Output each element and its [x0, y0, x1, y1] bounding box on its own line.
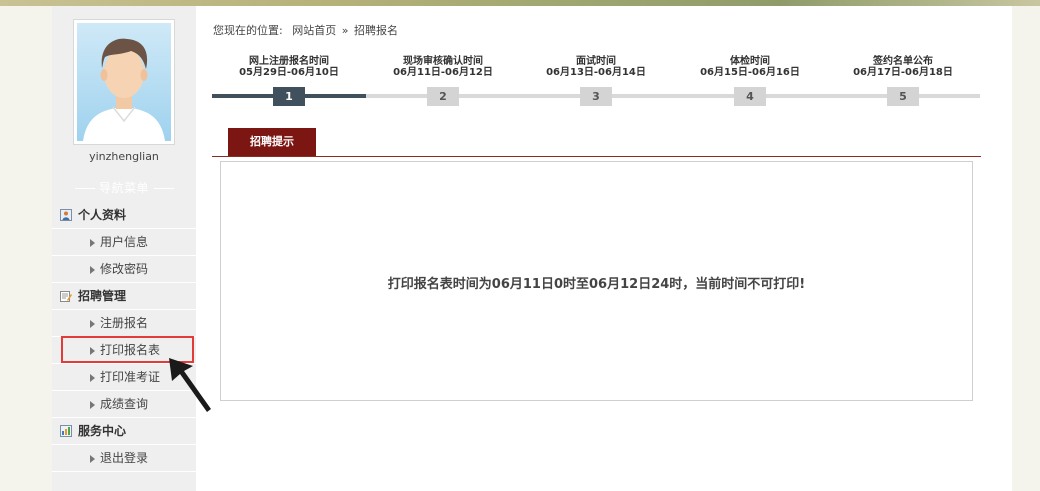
- menu-item-label: 打印准考证: [100, 370, 161, 384]
- breadcrumb: 您现在的位置: 网站首页 » 招聘报名: [213, 22, 398, 38]
- step-3: 面试时间 06月13日-06月14日 3: [519, 56, 673, 106]
- user-profile-icon: [60, 204, 72, 221]
- tab-recruitment-notice[interactable]: 招聘提示: [228, 128, 316, 156]
- menu-item-change-password[interactable]: 修改密码: [52, 256, 196, 283]
- step-4: 体检时间 06月15日-06月16日 4: [673, 56, 827, 106]
- step-number: 1: [273, 87, 305, 106]
- step-2: 现场审核确认时间 06月11日-06月12日 2: [366, 56, 520, 106]
- tab-bar: 招聘提示: [212, 128, 981, 157]
- menu-item-logout[interactable]: 退出登录: [52, 445, 196, 472]
- title-right-dashes: ------: [153, 181, 174, 195]
- step-dates: 06月15日-06月16日: [700, 67, 800, 78]
- step-dates: 06月13日-06月14日: [546, 67, 646, 78]
- menu-item-label: 退出登录: [100, 451, 149, 465]
- user-avatar-icon: [77, 23, 171, 141]
- step-title: 网上注册报名时间: [249, 56, 329, 67]
- menu-item-label: 注册报名: [100, 316, 149, 330]
- step-number: 3: [580, 87, 612, 106]
- step-dates: 05月29日-06月10日: [239, 67, 339, 78]
- notice-message: 打印报名表时间为06月11日0时至06月12日24时，当前时间不可打印!: [387, 277, 806, 292]
- menu-group-recruitment[interactable]: 招聘管理: [52, 283, 196, 310]
- nav-menu-title: ------ 导航菜单 ------: [52, 179, 196, 196]
- step-title: 面试时间: [576, 56, 616, 67]
- avatar: [73, 19, 175, 145]
- menu-item-register[interactable]: 注册报名: [52, 310, 196, 337]
- menu-group-service-center[interactable]: 服务中心: [52, 418, 196, 445]
- username: yinzhenglian: [89, 150, 159, 163]
- menu-item-user-info[interactable]: 用户信息: [52, 229, 196, 256]
- breadcrumb-prefix: 您现在的位置:: [213, 24, 283, 37]
- step-5: 签约名单公布 06月17日-06月18日 5: [826, 56, 980, 106]
- breadcrumb-separator: »: [341, 24, 349, 37]
- step-dates: 06月17日-06月18日: [853, 67, 953, 78]
- menu-item-label: 用户信息: [100, 235, 149, 249]
- breadcrumb-current: 招聘报名: [353, 24, 398, 37]
- step-number: 2: [427, 87, 459, 106]
- nav-menu-title-text: 导航菜单: [98, 181, 149, 195]
- menu-group-label: 服务中心: [78, 424, 127, 438]
- sidebar-menu: 个人资料 用户信息 修改密码 招聘管理 注册报名 打印报名表 打印准考证 成绩查…: [52, 202, 196, 472]
- page-container: yinzhenglian ------ 导航菜单 ------ 个人资料 用户信…: [52, 6, 1012, 491]
- menu-item-label: 成绩查询: [100, 397, 149, 411]
- menu-group-label: 个人资料: [78, 208, 127, 222]
- menu-item-label: 修改密码: [100, 262, 149, 276]
- recruit-manage-icon: [60, 285, 72, 302]
- step-title: 体检时间: [730, 56, 770, 67]
- sidebar: yinzhenglian ------ 导航菜单 ------ 个人资料 用户信…: [52, 6, 196, 491]
- menu-group-personal-info[interactable]: 个人资料: [52, 202, 196, 229]
- step-number: 4: [734, 87, 766, 106]
- step-title: 现场审核确认时间: [403, 56, 483, 67]
- notice-panel: 打印报名表时间为06月11日0时至06月12日24时，当前时间不可打印!: [220, 161, 973, 401]
- step-title: 签约名单公布: [873, 56, 933, 67]
- service-center-icon: [60, 420, 72, 437]
- menu-group-label: 招聘管理: [78, 289, 127, 303]
- step-number: 5: [887, 87, 919, 106]
- pointer-arrow-icon: [169, 358, 211, 412]
- step-1: 网上注册报名时间 05月29日-06月10日 1: [212, 56, 366, 106]
- title-left-dashes: ------: [74, 181, 96, 195]
- process-steps: 网上注册报名时间 05月29日-06月10日 1 现场审核确认时间 06月11日…: [212, 56, 980, 116]
- step-dates: 06月11日-06月12日: [393, 67, 493, 78]
- breadcrumb-home-link[interactable]: 网站首页: [292, 24, 336, 37]
- menu-item-label: 打印报名表: [100, 343, 161, 357]
